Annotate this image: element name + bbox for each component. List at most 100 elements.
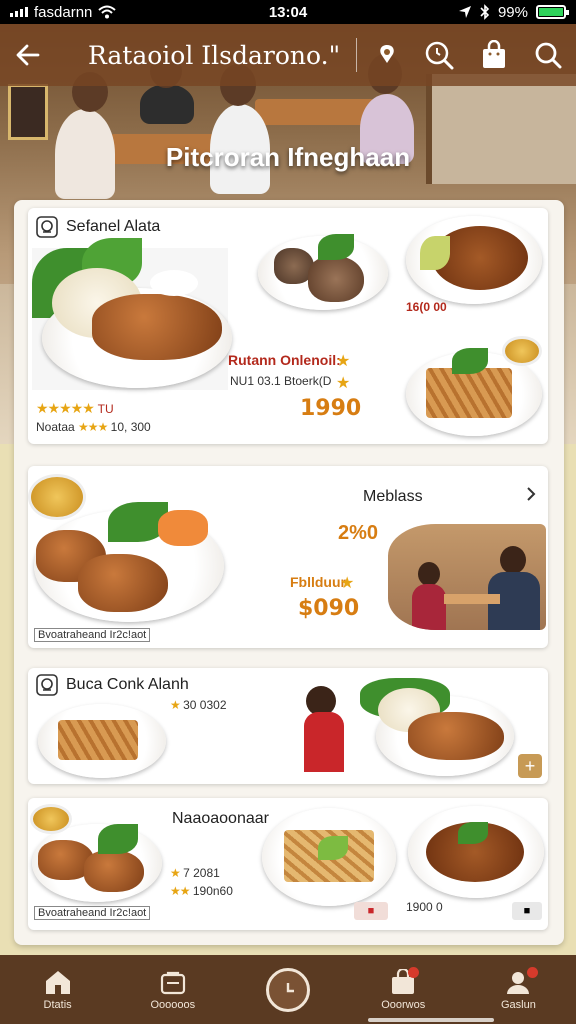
nav-label: Oooooos — [150, 998, 196, 1011]
star-rating-icon: ★★★ — [78, 420, 108, 434]
rating-row: ★ 30 0302 — [170, 698, 227, 712]
card-title: Meblass — [363, 488, 423, 505]
hero-subtitle: Pitcroran Ifneghaan — [165, 142, 411, 172]
food-photo — [34, 700, 170, 780]
add-button[interactable]: + — [518, 754, 542, 778]
search-icon[interactable] — [534, 41, 562, 69]
sauce-cup — [502, 336, 542, 366]
review-row: Noataa ★★★ 10, 300 — [36, 420, 151, 434]
card-title: Buca Conk Alanh — [66, 676, 189, 693]
mushroom-cap — [308, 256, 364, 302]
qty-badge[interactable]: ■ — [512, 902, 542, 920]
battery-icon — [536, 5, 569, 19]
item-price: 1990 — [300, 396, 362, 421]
food-photo — [402, 212, 546, 308]
back-arrow-icon[interactable] — [14, 41, 42, 69]
card-footer-tag: Bvoatraheand Ir2c!aot — [34, 628, 151, 642]
star-icon: ★ — [340, 575, 354, 592]
star-icon: ★ — [170, 866, 181, 880]
card-title: Sefanel Alata — [66, 218, 161, 235]
item-name: Fbllduur — [290, 574, 346, 590]
notification-badge — [407, 967, 419, 978]
nav-item-cart[interactable]: Ooorwos — [346, 955, 461, 1024]
card-footer-tag: Bvoatraheand Ir2c!aot — [34, 906, 151, 920]
status-bar: fasdarnn 13:04 99% — [0, 0, 576, 24]
shopping-bag-icon[interactable] — [480, 40, 508, 70]
hero-diner — [140, 84, 194, 124]
menu-card[interactable]: Buca Conk Alanh ★ 30 0302 + — [28, 668, 548, 784]
discount-percent: 2%0 — [338, 522, 379, 544]
menu-card[interactable]: Sefanel Alata 16(0 00 Rutann Onlenoil: ★… — [28, 208, 548, 444]
battery-fill — [539, 8, 563, 16]
side-price: 16(0 00 — [406, 300, 447, 314]
review-count: 10, 300 — [110, 420, 151, 434]
review-label: Noataa — [36, 420, 75, 434]
nav-label: Gaslun — [500, 998, 536, 1011]
food-photo — [256, 212, 404, 332]
carrot-garnish — [158, 510, 208, 546]
leaf-garnish — [458, 822, 488, 844]
card-title: Naaoaoonaar — [172, 810, 269, 827]
nav-item-center[interactable] — [230, 955, 345, 1024]
nav-item-orders[interactable]: Oooooos — [115, 955, 230, 1024]
grilled-chicken — [84, 850, 144, 892]
bottom-nav: Dtatis Oooooos Ooorwos Gaslun — [0, 955, 576, 1024]
rating-label: 7 2081 — [183, 866, 220, 880]
home-icon — [45, 970, 70, 994]
leaf-garnish — [98, 824, 138, 854]
sauce-cup — [28, 474, 86, 520]
chef-hat-icon — [36, 674, 58, 696]
pin-icon[interactable] — [376, 43, 398, 67]
star-icon: ★ — [170, 698, 181, 712]
item-price: $090 — [298, 596, 360, 621]
leaf-garnish — [452, 348, 488, 374]
rating-row: ★★★★★ TU — [36, 400, 114, 417]
menu-card[interactable]: Naaoaoonaar ★ 7 2081 ★★ 190n60 ■ 1900 0 … — [28, 798, 548, 930]
nav-item-home[interactable]: Dtatis — [0, 955, 115, 1024]
hero-wall-frame — [8, 84, 48, 140]
food-photo — [404, 802, 546, 902]
item-name: Rutann Onlenoil: — [228, 352, 341, 368]
item-detail: NU1 03.1 Btoerk(D — [230, 374, 332, 388]
leaf-garnish — [318, 836, 348, 860]
fries — [426, 368, 512, 418]
star-rating-icon: ★★★★★ — [36, 400, 95, 416]
rating-row: ★★ 190n60 — [170, 884, 233, 898]
remove-button[interactable]: ■ — [354, 902, 388, 920]
grilled-chicken — [408, 712, 504, 760]
clock: 13:04 — [268, 3, 308, 21]
hero-table — [255, 99, 375, 125]
bag-icon — [160, 971, 185, 994]
home-indicator — [368, 1018, 494, 1022]
star-icon: ★ — [336, 353, 350, 370]
rating-label: TU — [97, 402, 114, 416]
page-title: Rataoiol Ilsdarono." — [88, 40, 341, 70]
food-photo — [260, 802, 400, 912]
star-icon: ★★ — [170, 884, 190, 898]
nav-label: Dtatis — [43, 998, 72, 1011]
sauce-cup — [30, 804, 72, 834]
grilled-chicken — [78, 554, 168, 612]
fries — [58, 720, 138, 760]
rating-label: 190n60 — [192, 884, 233, 898]
side-bowl — [150, 270, 198, 296]
leaf-garnish — [318, 234, 354, 260]
noodle-side — [420, 236, 450, 270]
star-icon: ★ — [336, 375, 350, 392]
rating-row: ★ 7 2081 — [170, 866, 220, 880]
diner-photo — [388, 524, 546, 630]
clock-search-icon[interactable] — [424, 40, 454, 70]
chevron-right-icon[interactable] — [526, 486, 536, 502]
menu-card[interactable]: Meblass 2%0 Fbllduur ★ $090 Bvoatraheand… — [28, 466, 548, 648]
clock-icon — [286, 982, 294, 992]
header-divider — [356, 38, 358, 72]
food-photo — [402, 332, 546, 438]
food-photo — [304, 676, 516, 780]
notification-badge — [526, 967, 538, 978]
rating-label: 30 0302 — [183, 698, 227, 712]
food-photo — [32, 238, 232, 390]
grilled-chicken — [92, 294, 222, 360]
food-photo — [28, 470, 228, 626]
food-photo — [28, 800, 164, 906]
nav-item-profile[interactable]: Gaslun — [461, 955, 576, 1024]
